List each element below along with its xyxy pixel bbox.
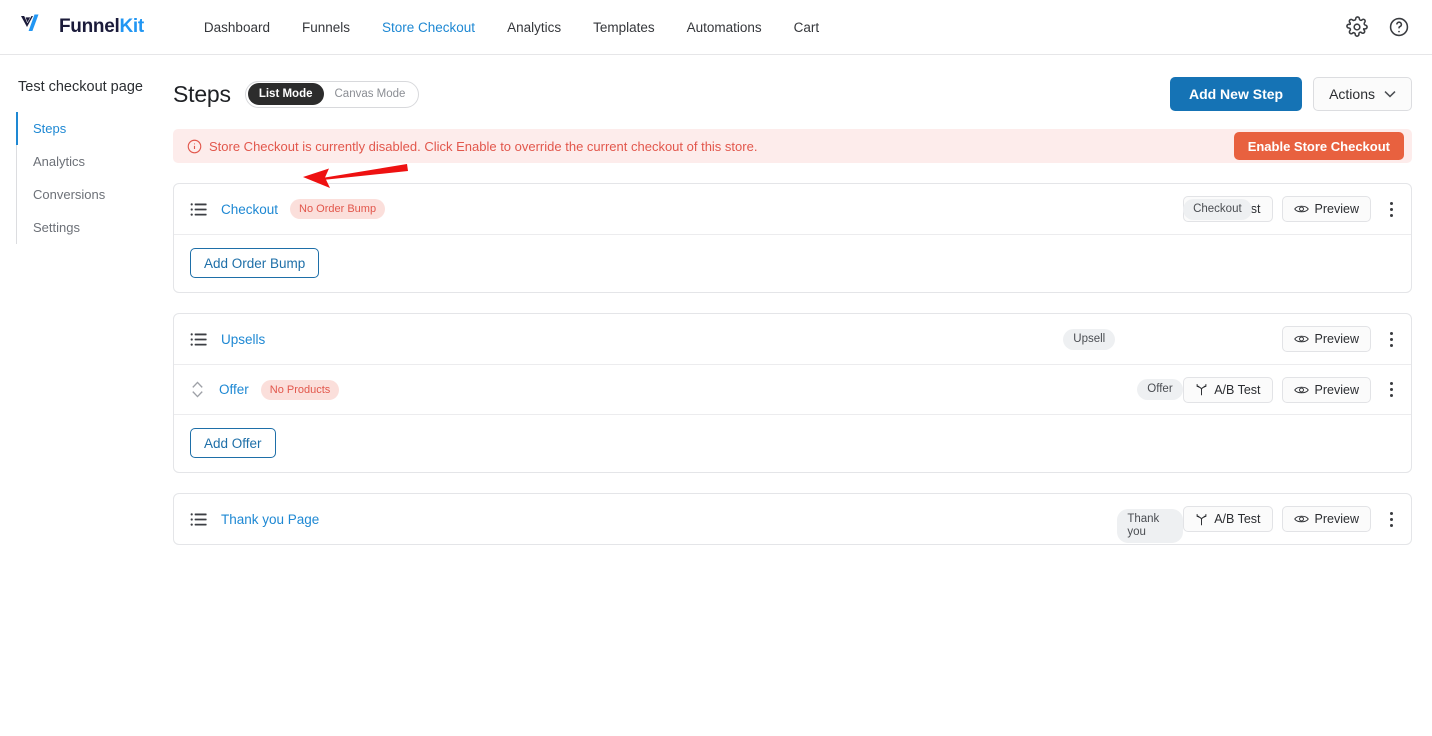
sidebar-item-settings[interactable]: Settings (16, 211, 159, 244)
step-row-upsells[interactable]: Upsells Upsell Preview (174, 314, 1411, 364)
eye-icon (1293, 515, 1309, 523)
step-card-footer-upsells: Add Offer (174, 414, 1411, 472)
logo-word-funnel: Funnel (59, 16, 120, 37)
step-name-upsells[interactable]: Upsells (221, 332, 265, 347)
ab-test-button-thank-you[interactable]: A/B Test (1183, 506, 1273, 532)
preview-label: Preview (1314, 202, 1359, 216)
step-actions-thank-you: A/B Test Preview (1183, 506, 1400, 532)
preview-label: Preview (1314, 512, 1359, 526)
funnel-title: Test checkout page (18, 79, 143, 95)
steps-content: Steps List Mode Canvas Mode Add New Step… (159, 55, 1432, 736)
step-menu-checkout[interactable] (1382, 198, 1400, 220)
notice-message: Store Checkout is currently disabled. Cl… (209, 138, 758, 154)
row-spacer: Offer (339, 379, 1183, 400)
step-name-checkout[interactable]: Checkout (221, 202, 278, 217)
nav-item-funnels[interactable]: Funnels (286, 14, 366, 41)
page-title: Steps (173, 80, 231, 107)
main-nav: Dashboard Funnels Store Checkout Analyti… (188, 14, 835, 41)
step-badge-no-products: No Products (260, 379, 340, 400)
funnel-sidebar: Test checkout page Steps Analytics Conve… (0, 55, 159, 736)
step-card-footer-checkout: Add Order Bump (174, 234, 1411, 292)
step-row-checkout[interactable]: Checkout No Order Bump Checkout A/B Test (174, 184, 1411, 234)
enable-store-checkout-button[interactable]: Enable Store Checkout (1233, 132, 1404, 160)
list-handle-icon[interactable] (190, 331, 207, 348)
step-row-thank-you[interactable]: Thank you Page Thank you A/B Test Previe… (174, 494, 1411, 544)
actions-dropdown-button[interactable]: Actions (1313, 77, 1412, 111)
step-type-badge-thank-you: Thank you (1117, 508, 1184, 543)
view-mode-toggle[interactable]: List Mode Canvas Mode (244, 80, 420, 108)
logo-wordmark: FunnelKit (59, 16, 144, 38)
chevron-down-icon (1384, 91, 1396, 98)
step-card-upsells: Upsells Upsell Preview Offer No Products… (173, 313, 1412, 473)
sidebar-nav: Steps Analytics Conversions Settings (16, 112, 159, 244)
list-handle-icon[interactable] (190, 201, 207, 218)
preview-button-thank-you[interactable]: Preview (1281, 506, 1371, 532)
step-badge-no-order-bump: No Order Bump (290, 199, 386, 219)
step-type-badge-offer: Offer (1137, 379, 1183, 400)
preview-button-checkout[interactable]: Preview (1281, 196, 1371, 222)
add-order-bump-button[interactable]: Add Order Bump (190, 248, 320, 278)
logo-word-kit: Kit (119, 16, 144, 37)
sidebar-item-conversions[interactable]: Conversions (16, 178, 159, 211)
funnelkit-logo[interactable]: FunnelKit (20, 14, 144, 40)
preview-button-offer[interactable]: Preview (1281, 376, 1371, 403)
step-menu-upsells[interactable] (1382, 328, 1400, 350)
gear-icon[interactable] (1346, 16, 1368, 38)
sidebar-item-analytics[interactable]: Analytics (16, 145, 159, 178)
ab-test-split-icon (1196, 513, 1207, 525)
actions-dropdown-label: Actions (1329, 86, 1375, 102)
toggle-canvas-mode[interactable]: Canvas Mode (324, 83, 417, 105)
sidebar-item-steps[interactable]: Steps (16, 112, 159, 145)
page-body: Test checkout page Steps Analytics Conve… (0, 55, 1432, 736)
sort-updown-icon[interactable] (190, 379, 205, 400)
row-spacer: Checkout (385, 198, 1252, 220)
step-card-checkout: Checkout No Order Bump Checkout A/B Test (173, 183, 1412, 293)
eye-icon (1293, 205, 1309, 213)
step-menu-thank-you[interactable] (1382, 508, 1400, 530)
step-menu-offer[interactable] (1382, 379, 1400, 401)
nav-item-automations[interactable]: Automations (671, 14, 778, 41)
nav-item-analytics[interactable]: Analytics (491, 14, 577, 41)
nav-item-cart[interactable]: Cart (778, 14, 836, 41)
help-circle-icon[interactable] (1388, 16, 1410, 38)
list-handle-icon[interactable] (190, 511, 207, 528)
step-type-badge-upsell: Upsell (1063, 328, 1116, 350)
store-checkout-disabled-notice: Store Checkout is currently disabled. Cl… (173, 129, 1412, 163)
ab-test-button-offer[interactable]: A/B Test (1183, 376, 1273, 403)
step-actions-offer: A/B Test Preview (1183, 376, 1400, 403)
step-type-badge-checkout: Checkout (1183, 198, 1252, 220)
eye-icon (1293, 386, 1309, 393)
content-header: Steps List Mode Canvas Mode Add New Step… (173, 75, 1412, 113)
step-name-offer[interactable]: Offer (219, 382, 249, 397)
step-name-thank-you-page[interactable]: Thank you Page (221, 512, 319, 527)
preview-label: Preview (1314, 382, 1359, 397)
nav-item-store-checkout[interactable]: Store Checkout (366, 14, 491, 41)
top-bar-right-icons (1346, 16, 1410, 38)
nav-item-templates[interactable]: Templates (577, 14, 671, 41)
ab-test-label: A/B Test (1214, 512, 1261, 526)
funnelkit-logo-icon (21, 14, 39, 31)
ab-test-split-icon (1196, 384, 1207, 396)
row-spacer: Upsell (265, 328, 1281, 350)
header-actions: Add New Step Actions (1169, 77, 1412, 111)
top-navigation-bar: FunnelKit Dashboard Funnels Store Checko… (0, 0, 1432, 55)
step-card-thank-you: Thank you Page Thank you A/B Test Previe… (173, 493, 1412, 545)
step-row-offer[interactable]: Offer No Products Offer A/B Test Preview (174, 364, 1411, 414)
eye-icon (1293, 335, 1309, 343)
preview-label: Preview (1314, 332, 1359, 346)
add-new-step-button[interactable]: Add New Step (1169, 77, 1303, 111)
row-spacer: Thank you (319, 508, 1184, 543)
step-actions-upsells: Preview (1281, 326, 1400, 352)
add-offer-button[interactable]: Add Offer (190, 428, 276, 458)
toggle-list-mode[interactable]: List Mode (247, 83, 324, 105)
info-circle-icon (187, 139, 202, 153)
ab-test-label: A/B Test (1214, 382, 1261, 397)
nav-item-dashboard[interactable]: Dashboard (188, 14, 286, 41)
preview-button-upsells[interactable]: Preview (1281, 326, 1371, 352)
